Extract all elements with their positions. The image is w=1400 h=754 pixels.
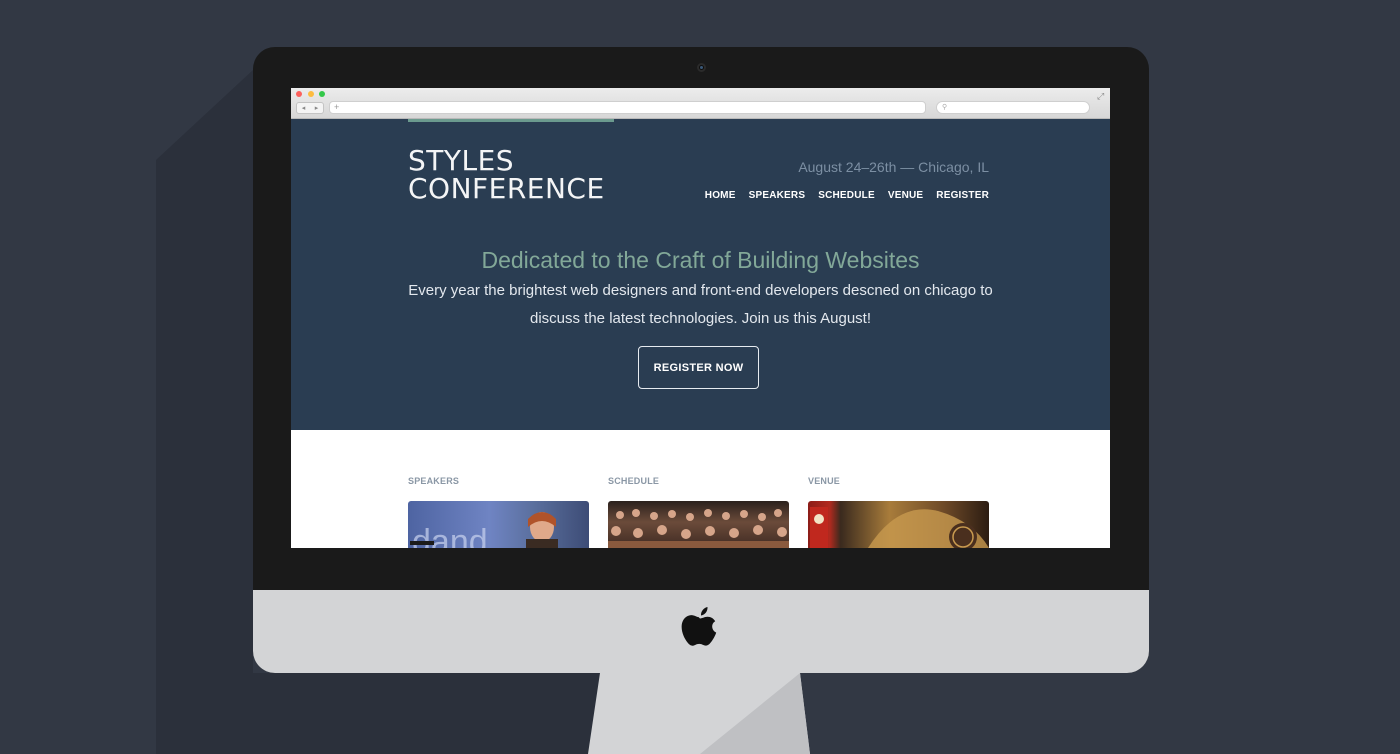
audience-photo[interactable] (608, 501, 789, 548)
nav-venue[interactable]: VENUE (888, 190, 923, 201)
logo-line-1: STYLES (408, 144, 515, 177)
nav-schedule[interactable]: SCHEDULE (818, 190, 875, 201)
browser-search-field[interactable]: ⚲ (936, 101, 1090, 114)
address-bar[interactable]: + (329, 101, 926, 114)
audience-figures (608, 509, 789, 548)
teaser-speakers[interactable]: SPEAKERS dand (408, 476, 589, 548)
webcam (697, 63, 706, 72)
teaser-title: VENUE (808, 476, 841, 486)
close-window-button[interactable] (296, 91, 302, 97)
primary-nav: HOME SPEAKERS SCHEDULE VENUE REGISTER (705, 190, 989, 201)
nav-register[interactable]: REGISTER (936, 190, 989, 201)
browser-toolbar: ◂ ▸ + ⚲ ⤢ (291, 88, 1110, 119)
speaker-photo[interactable]: dand (408, 501, 589, 548)
zoom-window-button[interactable] (319, 91, 325, 97)
nav-speakers[interactable]: SPEAKERS (749, 190, 806, 201)
speaker-figure: dand (410, 512, 558, 548)
forward-icon[interactable]: ▸ (315, 104, 319, 112)
hero-description: Every year the brightest web designers a… (408, 282, 993, 327)
logo-line-2: CONFERENCE (408, 172, 605, 205)
fullscreen-icon[interactable]: ⤢ (1097, 91, 1104, 102)
accent-bar (408, 119, 614, 122)
theater-photo[interactable] (808, 501, 989, 548)
history-buttons: ◂ ▸ (296, 102, 324, 114)
browser-window: ◂ ▸ + ⚲ ⤢ STYLES CONFERENCE August 24–26… (291, 88, 1110, 548)
hero-section: STYLES CONFERENCE August 24–26th — Chica… (291, 119, 1110, 430)
apple-icon (681, 607, 717, 646)
teaser-title: SCHEDULE (608, 476, 660, 486)
teaser-title: SPEAKERS (408, 476, 460, 486)
nav-home[interactable]: HOME (705, 190, 736, 201)
minimize-window-button[interactable] (308, 91, 314, 97)
teaser-venue[interactable]: VENUE (808, 476, 989, 548)
event-date-location: August 24–26th — Chicago, IL (798, 159, 989, 175)
site-logo[interactable]: STYLES CONFERENCE (408, 147, 605, 203)
search-icon: ⚲ (942, 104, 948, 111)
hero-tagline: Dedicated to the Craft of Building Websi… (481, 247, 920, 273)
teaser-schedule[interactable]: SCHEDULE (608, 476, 789, 548)
back-icon[interactable]: ◂ (302, 104, 306, 112)
register-now-button[interactable]: REGISTER NOW (638, 346, 759, 389)
theater-details (810, 507, 989, 548)
